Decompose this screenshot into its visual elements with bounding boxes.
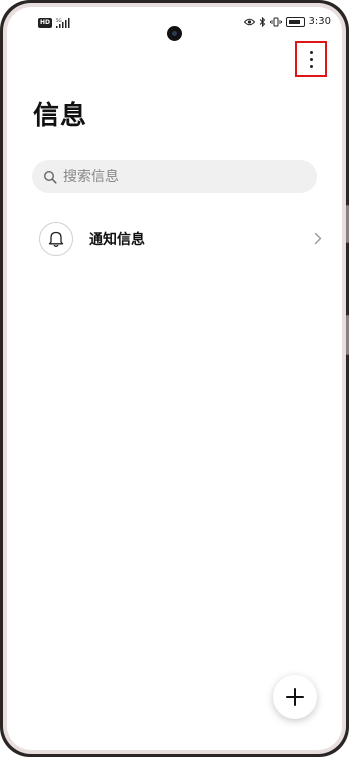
list-item-notifications[interactable]: 通知信息 [32,215,322,263]
eye-icon [243,18,255,25]
bluetooth-icon [259,16,265,27]
page-title: 信息 [33,101,88,131]
network-type-label: 5G [56,18,62,23]
search-input[interactable] [63,168,283,185]
more-vertical-icon-dot [309,57,313,61]
phone-frame: HD 5G 3:30 信息 搜索信息 通知信息 [0,0,349,757]
signal-icon: 5G [56,18,72,28]
vibrate-icon [269,17,282,26]
front-camera [167,26,182,41]
hd-badge: HD [38,18,53,28]
screen: HD 5G 3:30 信息 搜索信息 通知信息 [7,7,342,750]
battery-icon [285,16,305,27]
new-message-button[interactable] [273,675,317,719]
more-options-button[interactable] [295,41,327,77]
bell-avatar [39,222,73,256]
more-vertical-icon [309,50,313,54]
search-bar[interactable] [32,160,317,193]
plus-icon [286,688,304,706]
status-time: 3:30 [308,16,331,27]
bell-icon [48,231,64,247]
status-right: 3:30 [243,16,331,27]
status-left: HD 5G [38,18,72,28]
chevron-right-icon [314,232,322,245]
list-item-label: 通知信息 [89,232,145,248]
more-vertical-icon-dot [309,64,313,68]
search-icon [43,170,57,184]
